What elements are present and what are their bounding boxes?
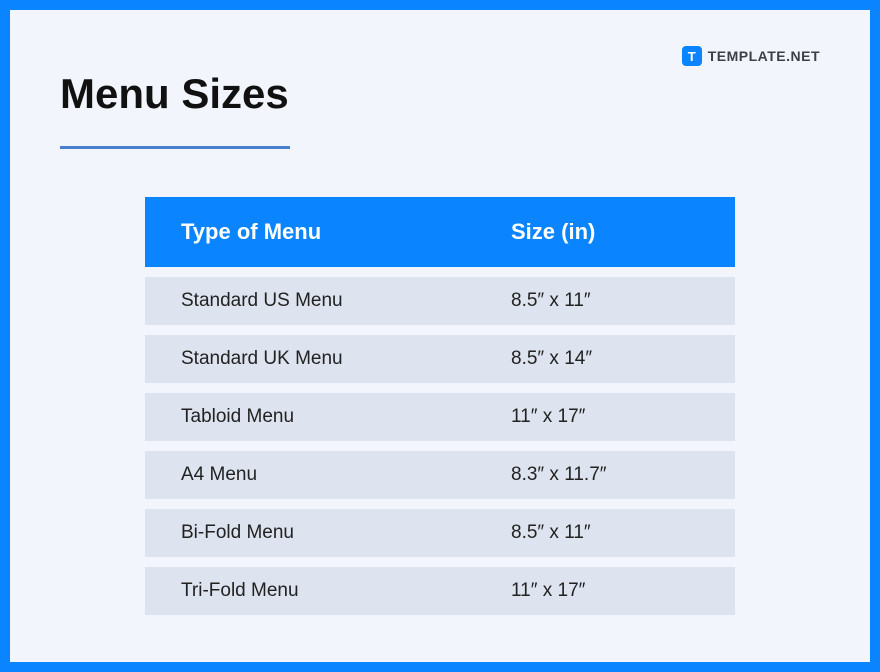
cell-size: 11″ x 17″ xyxy=(511,580,735,602)
cell-type: A4 Menu xyxy=(181,464,511,486)
cell-size: 11″ x 17″ xyxy=(511,406,735,428)
table-row: A4 Menu 8.3″ x 11.7″ xyxy=(145,451,735,499)
table-row: Standard UK Menu 8.5″ x 14″ xyxy=(145,335,735,383)
cell-type: Standard US Menu xyxy=(181,290,511,312)
table-row: Tabloid Menu 11″ x 17″ xyxy=(145,393,735,441)
cell-size: 8.5″ x 14″ xyxy=(511,348,735,370)
title-underline xyxy=(60,146,290,149)
brand-logo: T TEMPLATE.NET xyxy=(682,46,820,66)
cell-size: 8.5″ x 11″ xyxy=(511,290,735,312)
brand-name: TEMPLATE.NET xyxy=(708,48,820,64)
cell-size: 8.3″ x 11.7″ xyxy=(511,464,735,486)
page-title: Menu Sizes xyxy=(60,70,820,118)
table-header-row: Type of Menu Size (in) xyxy=(145,197,735,267)
page: T TEMPLATE.NET Menu Sizes Type of Menu S… xyxy=(10,10,870,662)
brand-icon: T xyxy=(682,46,702,66)
table-row: Bi-Fold Menu 8.5″ x 11″ xyxy=(145,509,735,557)
cell-type: Bi-Fold Menu xyxy=(181,522,511,544)
cell-size: 8.5″ x 11″ xyxy=(511,522,735,544)
cell-type: Standard UK Menu xyxy=(181,348,511,370)
menu-sizes-table: Type of Menu Size (in) Standard US Menu … xyxy=(145,197,735,615)
table-row: Tri-Fold Menu 11″ x 17″ xyxy=(145,567,735,615)
table-row: Standard US Menu 8.5″ x 11″ xyxy=(145,277,735,325)
table-header-type: Type of Menu xyxy=(181,219,511,245)
cell-type: Tri-Fold Menu xyxy=(181,580,511,602)
brand-icon-letter: T xyxy=(688,49,696,64)
cell-type: Tabloid Menu xyxy=(181,406,511,428)
table-header-size: Size (in) xyxy=(511,219,735,245)
